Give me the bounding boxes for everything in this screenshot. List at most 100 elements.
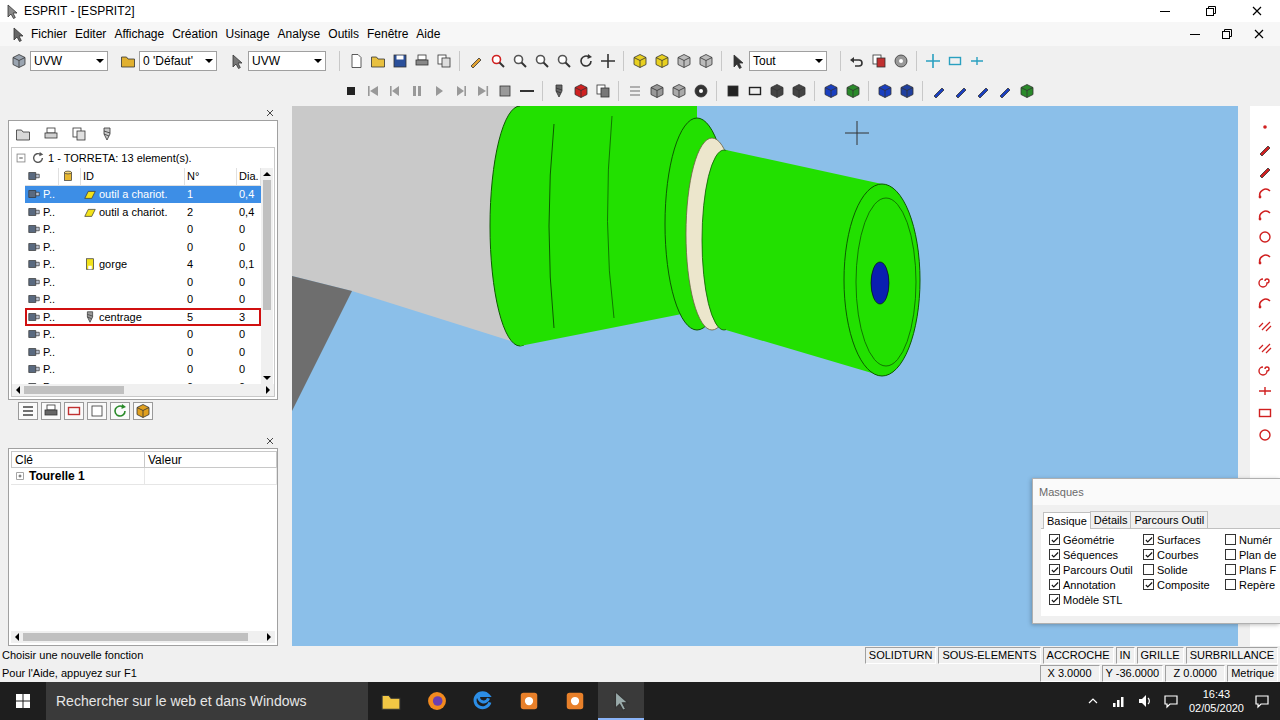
toolbar-button[interactable] xyxy=(597,50,618,72)
mode-indicator[interactable]: SOLIDTURN xyxy=(865,647,937,664)
tool-row[interactable]: P..centrage53 xyxy=(25,308,261,326)
doc-minimize-button[interactable] xyxy=(1182,25,1208,43)
drawing-tool-icon[interactable] xyxy=(1257,119,1273,135)
toolbar-tool-icon[interactable] xyxy=(654,53,670,69)
search-box[interactable]: Rechercher sur le web et dans Windows xyxy=(46,682,368,720)
toolbar-tool-icon[interactable] xyxy=(931,83,947,99)
scroll-down-icon[interactable] xyxy=(261,372,273,384)
drawing-tool[interactable] xyxy=(1256,404,1274,421)
menu-item[interactable]: Affichage xyxy=(111,27,167,41)
toolbar-tool-icon[interactable] xyxy=(370,53,386,69)
panel-tab-icon[interactable] xyxy=(135,403,151,419)
toolbar-button[interactable] xyxy=(966,50,987,72)
toolbar-tool-icon[interactable] xyxy=(490,53,506,69)
pane-tool-icon[interactable] xyxy=(99,126,115,142)
mask-checkbox[interactable]: Plan de xyxy=(1225,548,1276,561)
windows-icon[interactable] xyxy=(15,693,31,709)
drawing-tool[interactable] xyxy=(1256,118,1274,135)
toolbar-tool-icon[interactable] xyxy=(747,83,763,99)
toolbar-button[interactable] xyxy=(928,80,949,102)
panel-tab-icon[interactable] xyxy=(43,403,59,419)
close-button[interactable] xyxy=(1234,0,1280,22)
checkbox-box[interactable] xyxy=(1143,534,1154,545)
dropdown-arrow-icon[interactable] xyxy=(812,52,826,70)
mask-checkbox[interactable]: Surfaces xyxy=(1143,533,1225,546)
document-menu-icon[interactable] xyxy=(10,26,26,42)
column-header[interactable]: ID xyxy=(81,168,185,186)
toolbar-button[interactable] xyxy=(494,80,515,102)
menu-item[interactable]: Usinage xyxy=(223,27,273,41)
horizontal-scrollbar[interactable] xyxy=(12,384,274,396)
plane-dropdown[interactable]: 0 'Défaut' xyxy=(139,51,217,71)
toolbar-tool-icon[interactable] xyxy=(730,53,746,69)
drawing-tool-icon[interactable] xyxy=(1257,207,1273,223)
toolbar-tool-icon[interactable] xyxy=(436,53,452,69)
mask-checkbox[interactable]: Repère xyxy=(1225,578,1276,591)
column-header[interactable]: Valeur xyxy=(145,451,277,468)
toolbar-button[interactable] xyxy=(944,50,965,72)
restore-icon[interactable] xyxy=(1203,3,1219,19)
toolbar-tool-icon[interactable] xyxy=(414,53,430,69)
menu-item[interactable]: Analyse xyxy=(275,27,324,41)
app-icon[interactable] xyxy=(426,690,448,712)
toolbar-tool-icon[interactable] xyxy=(387,83,403,99)
toolbar-tool-icon[interactable] xyxy=(475,83,491,99)
menu-item[interactable]: Editer xyxy=(72,27,109,41)
drawing-tool[interactable] xyxy=(1256,360,1274,377)
toolbar-tool-icon[interactable] xyxy=(497,83,513,99)
toolbar-button[interactable] xyxy=(896,80,917,102)
toolbar-button[interactable] xyxy=(629,50,650,72)
toolbar-tool-icon[interactable] xyxy=(11,53,27,69)
check-icon[interactable] xyxy=(1050,550,1060,560)
toolbar-tool-icon[interactable] xyxy=(365,83,381,99)
tab[interactable]: Détails xyxy=(1090,511,1132,528)
tool-row[interactable]: P..outil a chariot.20,4 xyxy=(25,203,261,221)
toolbar-tool-icon[interactable] xyxy=(534,53,550,69)
app-icon[interactable] xyxy=(518,690,540,712)
toolbar-button[interactable] xyxy=(766,80,787,102)
checkbox-box[interactable] xyxy=(1225,579,1236,590)
toolbar-button[interactable] xyxy=(690,80,711,102)
checkbox-box[interactable] xyxy=(1225,564,1236,575)
toolbar-tool-icon[interactable] xyxy=(453,83,469,99)
start-button[interactable] xyxy=(0,682,46,720)
tool-row[interactable]: P..outil a chariot.10,4 xyxy=(25,186,261,204)
check-icon[interactable] xyxy=(1144,550,1154,560)
check-icon[interactable] xyxy=(1050,595,1060,605)
network-icon[interactable] xyxy=(1111,693,1127,709)
drawing-tool[interactable] xyxy=(1256,382,1274,399)
mode-indicator[interactable]: SURBRILLANCE xyxy=(1186,647,1278,664)
drawing-tool-icon[interactable] xyxy=(1257,361,1273,377)
toolbar-button[interactable] xyxy=(868,50,889,72)
menu-item[interactable]: Création xyxy=(169,27,220,41)
toolbar-button[interactable] xyxy=(465,50,486,72)
toolbar-tool-icon[interactable] xyxy=(676,53,692,69)
close-icon[interactable] xyxy=(1251,26,1267,42)
mode-indicator[interactable]: ACCROCHE xyxy=(1043,647,1114,664)
mode-indicator[interactable]: SOUS-ELEMENTS xyxy=(938,647,1040,664)
toolbar-button[interactable] xyxy=(406,80,427,102)
doc-close-button[interactable] xyxy=(1246,25,1272,43)
drawing-tool-icon[interactable] xyxy=(1257,383,1273,399)
toolbar-button[interactable] xyxy=(890,50,911,72)
toolbar-tool-icon[interactable] xyxy=(600,53,616,69)
toolbar-button[interactable] xyxy=(472,80,493,102)
scroll-thumb[interactable] xyxy=(23,633,248,641)
drawing-tool-icon[interactable] xyxy=(1257,185,1273,201)
toolbar-button[interactable] xyxy=(570,80,591,102)
mode-indicator[interactable]: IN xyxy=(1116,647,1135,664)
toolbar-button[interactable] xyxy=(450,80,471,102)
drawing-tool[interactable] xyxy=(1256,272,1274,289)
panel-tab-icon[interactable] xyxy=(89,403,105,419)
toolbar-button[interactable] xyxy=(433,50,454,72)
restore-icon[interactable] xyxy=(1219,26,1235,42)
doc-restore-button[interactable] xyxy=(1214,25,1240,43)
toolbar-tool-icon[interactable] xyxy=(893,53,909,69)
taskbar-app[interactable] xyxy=(414,682,460,720)
mask-checkbox[interactable]: Modèle STL xyxy=(1049,593,1143,606)
tool-row[interactable]: P..00 xyxy=(25,326,261,344)
toolbar-tool-icon[interactable] xyxy=(348,53,364,69)
drawing-tool-icon[interactable] xyxy=(1257,295,1273,311)
tool-row[interactable]: P..00 xyxy=(25,291,261,309)
tab[interactable]: Basique xyxy=(1043,512,1091,529)
